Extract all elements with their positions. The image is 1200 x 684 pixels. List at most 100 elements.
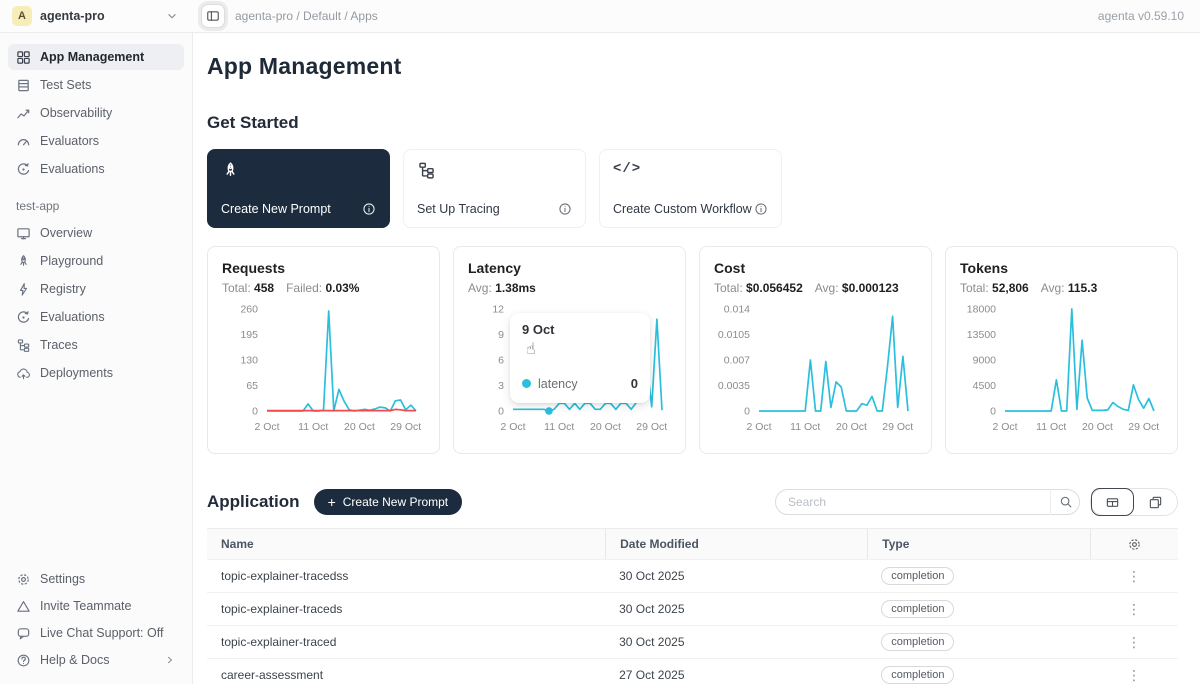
get-started-title: Get Started: [207, 113, 1178, 133]
sidebar-item-label: Observability: [40, 106, 112, 120]
svg-text:3: 3: [498, 380, 504, 392]
sidebar-item-label: Playground: [40, 254, 103, 268]
table-row[interactable]: career-assessment 27 Oct 2025 completion…: [207, 658, 1178, 684]
create-new-prompt-button[interactable]: + Create New Prompt: [314, 489, 463, 515]
requests-chart[interactable]: 0651301952602 Oct11 Oct20 Oct29 Oct: [222, 300, 425, 438]
sidebar-item-overview[interactable]: Overview: [8, 220, 184, 246]
svg-text:29 Oct: 29 Oct: [636, 421, 667, 433]
svg-text:2 Oct: 2 Oct: [254, 421, 279, 433]
hand-cursor-icon: ☝: [526, 339, 536, 359]
cost-chart[interactable]: 00.00350.0070.01050.0142 Oct11 Oct20 Oct…: [714, 300, 917, 438]
table-rows-icon: [16, 78, 31, 93]
rocket-icon: [16, 254, 31, 269]
card-view-button[interactable]: [1134, 488, 1177, 516]
sidebar-item-registry[interactable]: Registry: [8, 276, 184, 302]
svg-text:11 Oct: 11 Oct: [790, 421, 820, 433]
chart-stats: Total: 458 Failed: 0.03%: [222, 281, 425, 295]
sidebar-item-app-evaluations[interactable]: Evaluations: [8, 304, 184, 330]
sidebar-item-label: Evaluations: [40, 162, 105, 176]
table-row[interactable]: topic-explainer-traceds 30 Oct 2025 comp…: [207, 592, 1178, 625]
sidebar-item-help-docs[interactable]: Help & Docs: [8, 647, 184, 673]
gauge-icon: [16, 134, 31, 149]
applications-table: Name Date Modified Type topic-explainer-…: [207, 528, 1178, 684]
svg-text:20 Oct: 20 Oct: [836, 421, 867, 433]
info-icon[interactable]: [362, 202, 376, 216]
workspace-name: agenta-pro: [40, 9, 105, 23]
chart-title: Requests: [222, 260, 425, 276]
sidebar-item-app-management[interactable]: App Management: [8, 44, 184, 70]
set-up-tracing-card[interactable]: Set Up Tracing: [403, 149, 586, 228]
sidebar-item-live-chat[interactable]: Live Chat Support: Off: [8, 620, 184, 646]
info-icon[interactable]: [558, 202, 572, 216]
svg-text:0: 0: [498, 406, 504, 418]
svg-text:20 Oct: 20 Oct: [344, 421, 375, 433]
app-name: topic-explainer-traced: [207, 635, 605, 649]
app-name: topic-explainer-tracedss: [207, 569, 605, 583]
sidebar-item-label: Registry: [40, 282, 86, 296]
svg-text:9000: 9000: [973, 355, 997, 367]
tooltip-series-label: latency: [538, 377, 578, 391]
sidebar-toggle-button[interactable]: [201, 4, 225, 28]
svg-text:13500: 13500: [967, 329, 996, 341]
sidebar-item-traces[interactable]: Traces: [8, 332, 184, 358]
row-menu-icon[interactable]: ⋮: [1127, 569, 1141, 583]
table-settings-gear-icon[interactable]: [1127, 537, 1142, 552]
rocket-icon: [221, 161, 376, 180]
version-label: agenta v0.59.10: [1098, 9, 1200, 23]
svg-text:11 Oct: 11 Oct: [298, 421, 328, 433]
line-chart-icon: [16, 106, 31, 121]
row-menu-icon[interactable]: ⋮: [1127, 602, 1141, 616]
sidebar-item-invite-teammate[interactable]: Invite Teammate: [8, 593, 184, 619]
tooltip-value: 0: [631, 376, 638, 391]
sidebar-item-observability[interactable]: Observability: [8, 100, 184, 126]
svg-text:29 Oct: 29 Oct: [882, 421, 913, 433]
tokens-chart[interactable]: 04500900013500180002 Oct11 Oct20 Oct29 O…: [960, 300, 1163, 438]
workspace-selector[interactable]: A agenta-pro: [0, 6, 193, 26]
search-icon[interactable]: [1050, 489, 1080, 515]
row-menu-icon[interactable]: ⋮: [1127, 635, 1141, 649]
sidebar-item-deployments[interactable]: Deployments: [8, 360, 184, 386]
main-content: App Management Get Started Create New Pr…: [193, 33, 1200, 684]
card-label: Create New Prompt: [221, 202, 331, 216]
cloud-upload-icon: [16, 366, 31, 381]
create-custom-workflow-card[interactable]: </> Create Custom Workflow: [599, 149, 782, 228]
sidebar-item-test-sets[interactable]: Test Sets: [8, 72, 184, 98]
card-label: Create Custom Workflow: [613, 202, 752, 216]
refresh-circle-icon: [16, 310, 31, 325]
type-badge: completion: [881, 666, 954, 684]
sidebar-item-label: Test Sets: [40, 78, 91, 92]
svg-text:0.014: 0.014: [724, 304, 750, 316]
chart-title: Latency: [468, 260, 671, 276]
view-toggle: [1090, 488, 1178, 516]
table-view-button[interactable]: [1091, 488, 1134, 516]
svg-text:4500: 4500: [973, 380, 997, 392]
info-icon[interactable]: [754, 202, 768, 216]
column-header-date-modified[interactable]: Date Modified: [605, 529, 867, 559]
sidebar-group-label: test-app: [16, 199, 192, 213]
row-menu-icon[interactable]: ⋮: [1127, 668, 1141, 682]
search-input[interactable]: [775, 489, 1080, 515]
table-row[interactable]: topic-explainer-traced 30 Oct 2025 compl…: [207, 625, 1178, 658]
svg-text:0: 0: [252, 406, 258, 418]
top-bar: A agenta-pro agenta-pro / Default / Apps…: [0, 0, 1200, 33]
breadcrumb[interactable]: agenta-pro / Default / Apps: [235, 9, 378, 23]
sidebar-item-evaluations[interactable]: Evaluations: [8, 156, 184, 182]
chart-stats: Total: $0.056452 Avg: $0.000123: [714, 281, 917, 295]
sidebar-item-settings[interactable]: Settings: [8, 566, 184, 592]
column-header-name[interactable]: Name: [207, 537, 605, 551]
requests-chart-card: Requests Total: 458 Failed: 0.03% 065130…: [207, 246, 440, 454]
sidebar-item-label: App Management: [40, 50, 144, 64]
svg-text:29 Oct: 29 Oct: [390, 421, 421, 433]
sidebar-item-playground[interactable]: Playground: [8, 248, 184, 274]
sidebar-item-label: Overview: [40, 226, 92, 240]
grid-icon: [16, 50, 31, 65]
application-header: Application + Create New Prompt: [207, 488, 1178, 516]
create-new-prompt-card[interactable]: Create New Prompt: [207, 149, 390, 228]
column-header-type[interactable]: Type: [867, 529, 1090, 559]
sidebar-item-evaluators[interactable]: Evaluators: [8, 128, 184, 154]
chart-title: Tokens: [960, 260, 1163, 276]
svg-text:0.0035: 0.0035: [718, 380, 750, 392]
svg-text:260: 260: [240, 304, 258, 316]
sidebar-item-label: Traces: [40, 338, 78, 352]
table-row[interactable]: topic-explainer-tracedss 30 Oct 2025 com…: [207, 559, 1178, 592]
